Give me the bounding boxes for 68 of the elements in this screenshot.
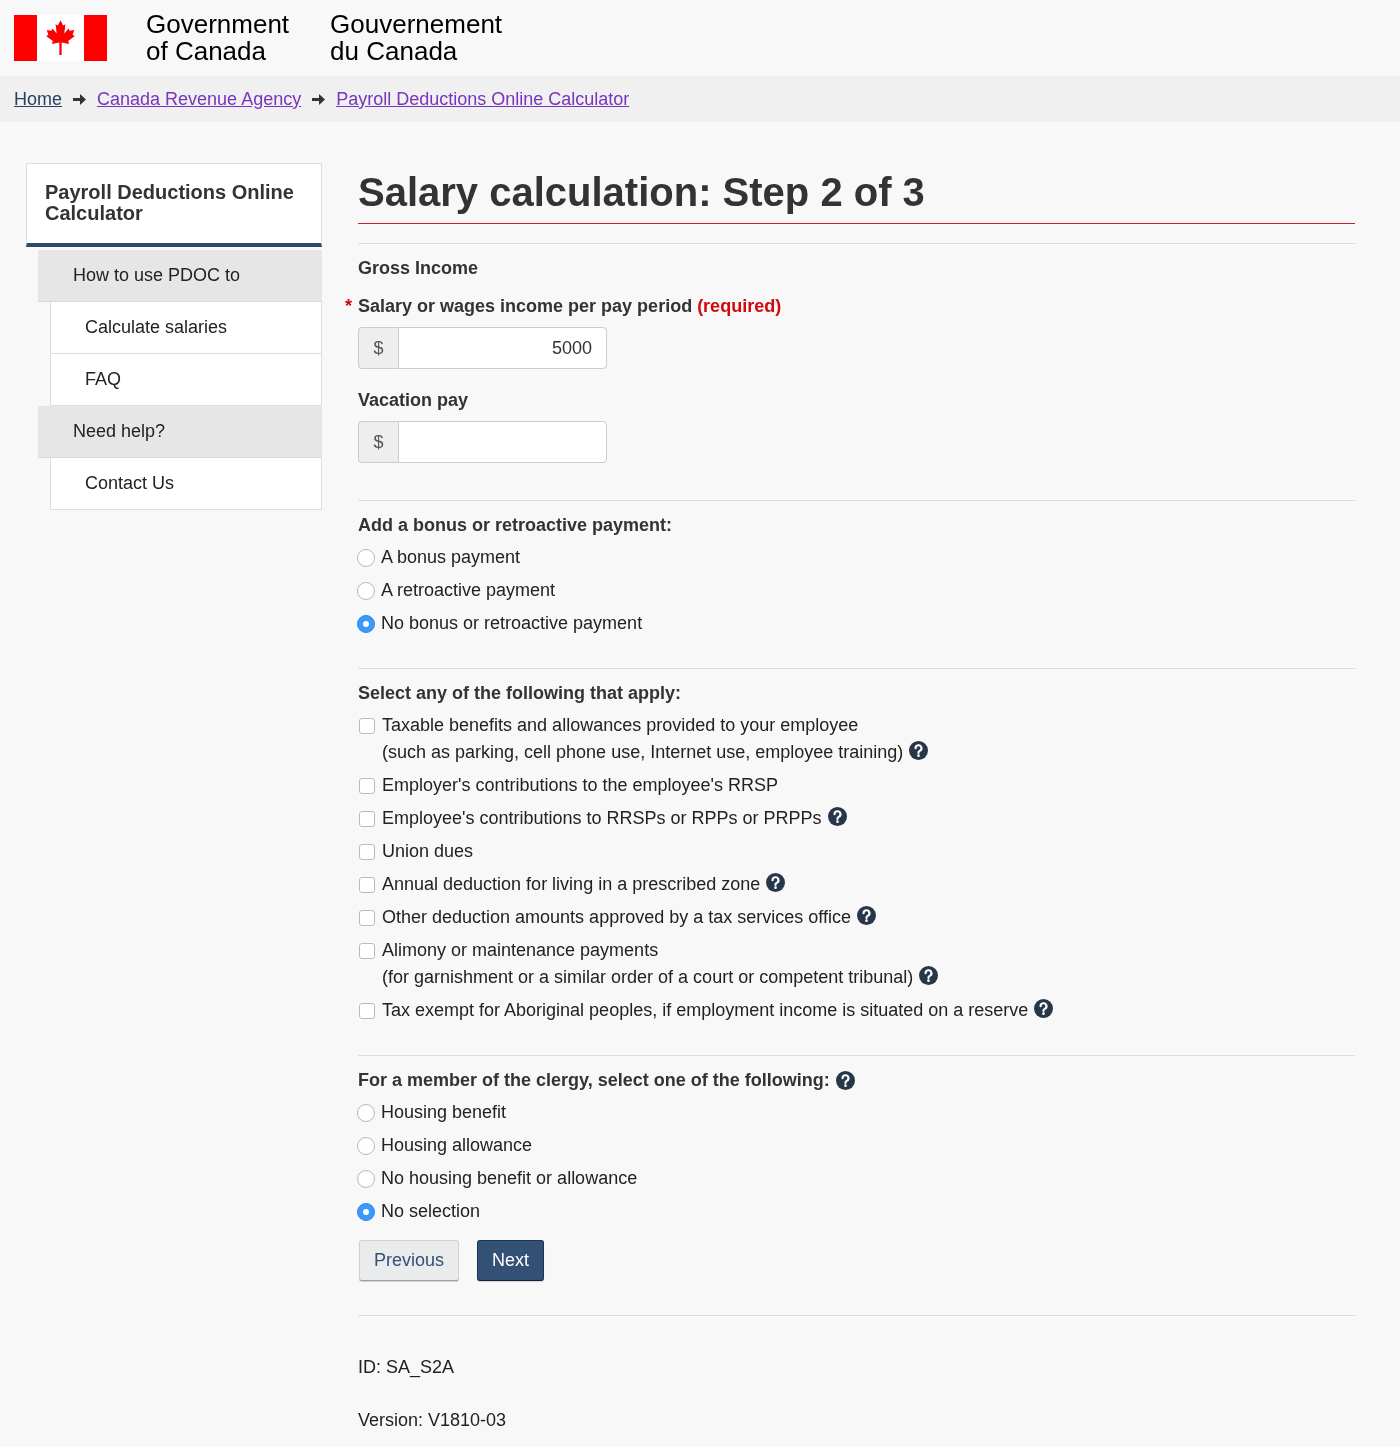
- option-label: Other deduction amounts approved by a tax services office: [382, 906, 851, 929]
- required-note: (required): [697, 295, 782, 318]
- help-icon[interactable]: [827, 807, 847, 826]
- option-label: Tax exempt for Aboriginal peoples, if employment income is situated on a reserve: [382, 999, 1029, 1022]
- radio-button[interactable]: [357, 615, 375, 633]
- checkbox[interactable]: [359, 877, 375, 893]
- currency-addon: $: [358, 421, 398, 463]
- radio-button[interactable]: [357, 1137, 375, 1155]
- field-label: Salary or wages income per pay period: [358, 295, 693, 318]
- option-label: Employer's contributions to the employee's RRSP: [382, 774, 779, 797]
- help-icon[interactable]: [766, 873, 786, 892]
- option-label: No housing benefit or allowance: [381, 1167, 638, 1190]
- option-label: Union dues: [382, 840, 474, 863]
- secondary-button[interactable]: Previous: [359, 1240, 460, 1281]
- section-heading: Select any of the following that apply:: [358, 682, 683, 705]
- option-label: Employee's contributions to RRSPs or RPPs or PRPPs: [382, 807, 822, 830]
- help-icon[interactable]: [909, 741, 929, 760]
- option-label: A retroactive payment: [381, 579, 556, 602]
- amount-input[interactable]: [398, 421, 607, 463]
- radio-button[interactable]: [357, 1203, 375, 1221]
- maple-leaf-flag-icon: [14, 15, 107, 61]
- radio-button[interactable]: [357, 549, 375, 567]
- version-text: Version: V1810-03: [358, 1409, 508, 1432]
- section-heading: Gross Income: [358, 257, 480, 280]
- option-label: A bonus payment: [381, 546, 521, 569]
- primary-button[interactable]: Next: [477, 1240, 545, 1281]
- sidebar-title: Payroll Deductions Online Calculator: [26, 163, 322, 247]
- option-label: Alimony or maintenance payments (for garnishment or a similar order of a court or competent tribunal): [382, 939, 914, 989]
- radio-button[interactable]: [357, 582, 375, 600]
- breadcrumb-link[interactable]: Home: [14, 88, 62, 110]
- sidebar-link[interactable]: Calculate salaries: [50, 302, 322, 354]
- breadcrumb-link[interactable]: Canada Revenue Agency: [97, 88, 302, 110]
- page-id-text: ID: SA_S2A: [358, 1356, 456, 1379]
- arrow-right-icon: [73, 93, 86, 105]
- checkbox[interactable]: [359, 778, 375, 794]
- help-icon[interactable]: [919, 966, 939, 985]
- required-marker: *: [345, 295, 353, 318]
- checkbox[interactable]: [359, 718, 375, 734]
- checkbox[interactable]: [359, 910, 375, 926]
- checkbox[interactable]: [359, 811, 375, 827]
- sidebar-link[interactable]: FAQ: [50, 354, 322, 406]
- help-icon[interactable]: [1034, 999, 1054, 1018]
- sidebar-link[interactable]: Contact Us: [50, 458, 322, 510]
- option-label: Annual deduction for living in a prescribed zone: [382, 873, 761, 896]
- option-label: Housing benefit: [381, 1101, 507, 1124]
- field-label: Vacation pay: [358, 389, 469, 412]
- amount-input[interactable]: 5000: [398, 327, 607, 369]
- option-label: No selection: [381, 1200, 481, 1223]
- help-icon[interactable]: [856, 906, 876, 925]
- checkbox[interactable]: [359, 844, 375, 860]
- checkbox[interactable]: [359, 943, 375, 959]
- radio-button[interactable]: [357, 1170, 375, 1188]
- option-label: No bonus or retroactive payment: [381, 612, 643, 635]
- currency-addon: $: [358, 327, 398, 369]
- radio-button[interactable]: [357, 1104, 375, 1122]
- sidebar-menu-heading[interactable]: How to use PDOC to: [38, 250, 322, 302]
- section-heading: For a member of the clergy, select one of the following:: [358, 1069, 830, 1092]
- help-icon[interactable]: [835, 1070, 855, 1090]
- arrow-right-icon: [312, 93, 326, 105]
- page-title: Salary calculation: Step 2 of 3: [358, 170, 1355, 224]
- wordmark-text: Government of Canada: [146, 11, 290, 65]
- breadcrumb-link[interactable]: Payroll Deductions Online Calculator: [336, 88, 630, 110]
- checkbox[interactable]: [359, 1003, 375, 1019]
- sidebar-menu-heading[interactable]: Need help?: [38, 406, 322, 458]
- wordmark-text: Gouvernement du Canada: [330, 11, 503, 65]
- option-label: Housing allowance: [381, 1134, 533, 1157]
- option-label: Taxable benefits and allowances provided to your employee (such as parking, cell phone use, Internet use, employee training): [382, 714, 904, 764]
- section-heading: Add a bonus or retroactive payment:: [358, 514, 674, 537]
